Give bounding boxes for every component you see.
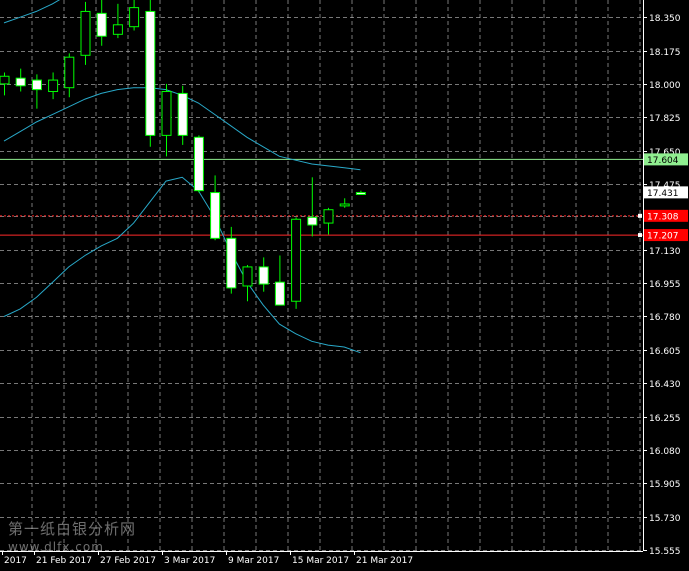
candle (145, 0, 156, 147)
x-tick-label: 21 Feb 2017 (36, 556, 92, 566)
current-price-label: 17.431 (644, 186, 688, 199)
candle (80, 1, 91, 65)
x-tick-label: 21 Mar 2017 (356, 556, 413, 566)
candle-body (193, 136, 204, 192)
candle-body (307, 216, 318, 226)
x-tick-label: 9 Mar 2017 (228, 556, 279, 566)
y-tick-label: 16.780 (649, 313, 681, 323)
candlestick-chart: 18.35018.17518.00017.82517.65017.47517.3… (0, 0, 688, 566)
x-tick-label: 15 Mar 2017 (292, 556, 349, 566)
candle-body (31, 79, 42, 91)
y-tick-label: 16.605 (649, 347, 681, 357)
candle-body (64, 56, 75, 89)
y-tick-label: 18.000 (649, 81, 681, 91)
candle-body (226, 237, 237, 289)
candle (64, 53, 75, 98)
y-tick-label: 15.555 (649, 547, 681, 557)
candle (291, 217, 302, 309)
resistance-price-label: 17.604 (644, 153, 688, 166)
candle (355, 190, 366, 195)
candle-body (161, 91, 172, 136)
y-tick-label: 17.130 (649, 247, 681, 257)
price-label-text: 17.604 (647, 156, 679, 166)
candle (177, 85, 188, 145)
candle-body (145, 10, 156, 136)
candle-body (323, 209, 334, 224)
candle-body (177, 92, 188, 136)
candle (242, 265, 253, 302)
candle-body (210, 192, 221, 239)
candle (274, 255, 285, 306)
y-tick-label: 17.825 (649, 114, 681, 124)
candle (112, 3, 123, 39)
candle-body (96, 12, 107, 37)
candle-body (112, 24, 123, 35)
y-tick-label: 15.905 (649, 480, 681, 490)
price-labels: 17.604 17.431 17.308 17.207 (638, 153, 688, 242)
y-tick-label: 18.350 (649, 14, 681, 24)
y-tick-label: 16.430 (649, 380, 681, 390)
entry-price-label: 17.308 (644, 209, 688, 222)
candle (339, 198, 350, 208)
candle (210, 175, 221, 241)
y-tick-label: 16.080 (649, 447, 681, 457)
stop-marker (638, 233, 642, 238)
x-tick-label: 27 Feb 2017 (100, 556, 156, 566)
x-axis-ticks: 2017 21 Feb 2017 27 Feb 2017 3 Mar 2017 9 Ma… (2, 551, 413, 566)
candle (96, 0, 107, 46)
candle (193, 135, 204, 193)
y-axis-ticks: 18.35018.17518.00017.82517.65017.47517.3… (643, 14, 681, 557)
candle-body (291, 218, 302, 302)
stop-price-label: 17.207 (644, 229, 688, 242)
candle (31, 74, 42, 109)
x-tick-label: 3 Mar 2017 (164, 556, 215, 566)
candle (129, 0, 140, 31)
candle (0, 72, 10, 96)
price-label-text: 17.308 (647, 212, 679, 222)
y-tick-label: 16.255 (649, 414, 681, 424)
y-tick-label: 16.955 (649, 280, 681, 290)
candle-body (15, 77, 26, 87)
candle (323, 207, 334, 235)
candles (0, 0, 366, 309)
candle-body (242, 266, 253, 287)
grid-lines (0, 0, 643, 551)
candle-body (355, 192, 366, 195)
price-label-text: 17.431 (647, 189, 679, 199)
price-label-text: 17.207 (647, 232, 679, 242)
candle-body (80, 10, 91, 56)
candle (15, 68, 26, 92)
candle-body (129, 7, 140, 28)
candle-body (48, 79, 59, 93)
entry-marker (638, 213, 642, 218)
bollinger-bands (3, 0, 361, 354)
candle (226, 226, 237, 294)
candle (307, 177, 318, 237)
bollinger-upper (3, 0, 61, 24)
y-tick-label: 18.175 (649, 48, 681, 58)
candle (48, 72, 59, 100)
candle-body (258, 266, 269, 285)
x-tick-label: 2017 (4, 556, 27, 566)
candle (161, 83, 172, 157)
y-tick-label: 15.730 (649, 514, 681, 524)
candle-body (0, 75, 10, 85)
candle-body (274, 281, 285, 306)
axes (0, 0, 644, 552)
candle-body (339, 203, 350, 207)
bollinger-lower (3, 176, 361, 354)
candle (258, 257, 269, 292)
